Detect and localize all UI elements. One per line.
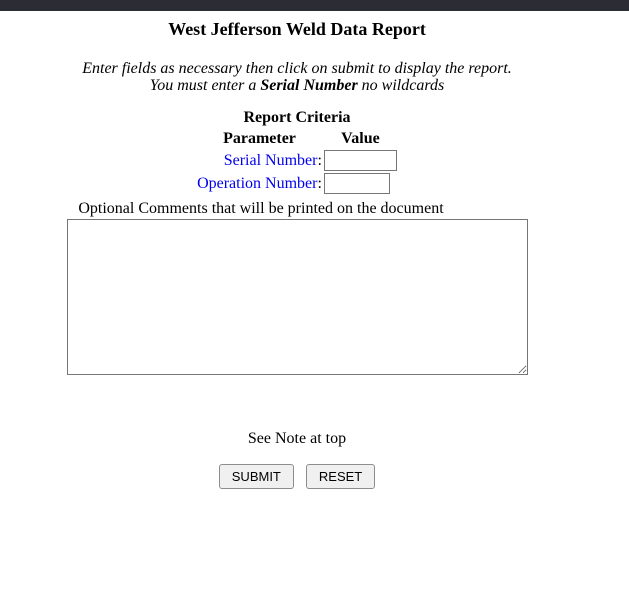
column-header-parameter: Parameter xyxy=(197,130,322,148)
button-row: SUBMIT RESET xyxy=(0,464,594,489)
instructions-line2-suffix: no wildcards xyxy=(358,77,445,94)
operation-number-input[interactable] xyxy=(324,173,390,194)
instructions-line2: You must enter a Serial Number no wildca… xyxy=(0,77,594,94)
report-criteria-heading: Report Criteria xyxy=(195,109,399,128)
instructions-line1: Enter fields as necessary then click on … xyxy=(0,60,594,77)
serial-number-label-cell: Serial Number: xyxy=(197,150,322,171)
table-row-operation-number: Operation Number: xyxy=(197,173,397,194)
column-header-value: Value xyxy=(324,130,397,148)
comments-label: Optional Comments that will be printed o… xyxy=(0,200,594,218)
instructions-line2-bold: Serial Number xyxy=(260,77,357,94)
operation-number-colon: : xyxy=(317,175,321,192)
instructions: Enter fields as necessary then click on … xyxy=(0,60,594,94)
top-bar xyxy=(0,0,629,11)
serial-number-input[interactable] xyxy=(324,150,397,171)
page-title: West Jefferson Weld Data Report xyxy=(0,19,594,40)
report-form-page: West Jefferson Weld Data Report Enter fi… xyxy=(0,19,594,489)
serial-number-link[interactable]: Serial Number xyxy=(224,152,318,169)
report-criteria-table: Report Criteria Parameter Value Serial N… xyxy=(195,109,399,196)
comments-textarea[interactable] xyxy=(67,219,528,375)
serial-number-value-cell xyxy=(324,150,397,171)
see-note-text: See Note at top xyxy=(0,430,594,448)
submit-button[interactable]: SUBMIT xyxy=(219,464,294,489)
reset-button[interactable]: RESET xyxy=(306,464,375,489)
serial-number-colon: : xyxy=(317,152,321,169)
operation-number-value-cell xyxy=(324,173,397,194)
table-row-serial-number: Serial Number: xyxy=(197,150,397,171)
operation-number-link[interactable]: Operation Number xyxy=(197,175,317,192)
instructions-line2-prefix: You must enter a xyxy=(150,77,261,94)
operation-number-label-cell: Operation Number: xyxy=(197,173,322,194)
criteria-header-row: Parameter Value xyxy=(197,130,397,148)
